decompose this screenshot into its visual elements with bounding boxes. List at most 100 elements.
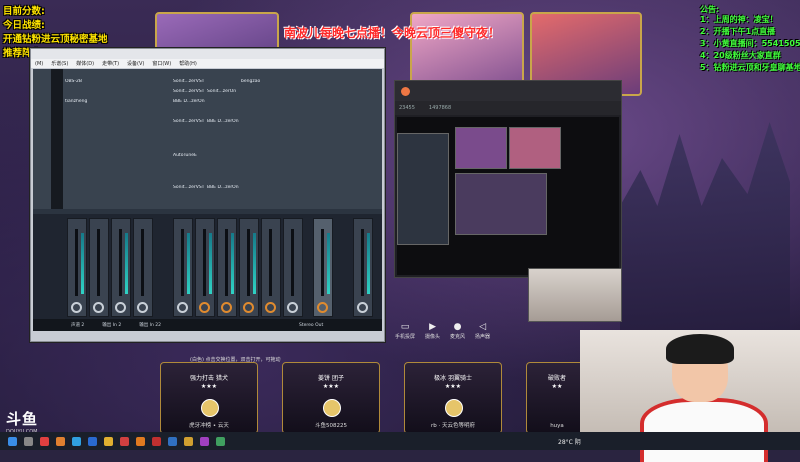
channel-strip[interactable] [133,218,153,317]
menu-transport[interactable]: 走带(T) [102,60,119,67]
channel-strip[interactable] [261,218,281,317]
insert-slot[interactable]: BBE D...zerOn [207,119,243,126]
mixer-strips: 声道 2 输出 In 2 输出 In 22 Stereo Out [33,214,382,331]
daw-window[interactable]: (M) 乐谱(S) 媒体(D) 走带(T) 设备(V) 窗口(W) 帮助(H) … [30,48,385,342]
preview-game-thumbnail [455,127,507,169]
phone-icon: ▭ [400,322,410,332]
app-icon[interactable] [120,436,129,446]
app-icon[interactable] [40,436,49,446]
camera-icon: ▶ [429,322,436,332]
champion-shop: 强力打击 猎犬 ★★★ 虎牙冲榜 • 云天 姜饼 团子 ★★★ 斗鱼508225… [160,362,590,434]
microphone-button[interactable]: ● 麦克风 [450,322,465,344]
insert-slot[interactable]: AutoTuneE [173,153,209,160]
side-toolbar [51,69,63,209]
streamer-shirt [640,398,768,462]
insert-slot[interactable]: tianzheng [65,99,103,106]
camera-pip-thumbnail [528,268,622,322]
stat-value: 1497868 [428,105,452,111]
insert-slot[interactable]: OBS-2B [65,79,103,86]
channel-strip[interactable] [239,218,259,317]
channel-strip[interactable] [89,218,109,317]
phone-cast-button[interactable]: ▭ 手机投屏 [395,322,415,344]
stream-titlebar[interactable] [395,81,621,101]
speaker-button[interactable]: ◁ 扬声器 [475,322,490,344]
notice-3: 3：小黄直播间：5541505 [700,39,800,48]
start-icon[interactable] [8,436,17,446]
score-label: 目前分数: [3,6,45,17]
insert-slot[interactable]: Sonit...zerVST [173,119,209,126]
shop-card[interactable]: 强力打击 猎犬 ★★★ 虎牙冲榜 • 云天 [160,362,258,434]
channel-name: 输出 In 22 [139,323,161,328]
stream-source-toolbar: ▭ 手机投屏 ▶ 摄像头 ● 麦克风 ◁ 扬声器 [395,322,583,344]
insert-slot[interactable]: Sonit...zerVST [173,89,209,96]
app-icon[interactable] [88,436,97,446]
menu-help[interactable]: 帮助(H) [179,60,197,67]
join-fans-label: 开通钻粉进云顶秘密基地 [3,34,108,45]
windows-taskbar [0,432,800,450]
speaker-icon: ◁ [479,322,487,332]
channel-name: Stereo Out [298,322,324,328]
selected-channel-strip[interactable] [313,218,333,317]
preview-game-thumbnail [509,127,561,169]
shop-card[interactable]: 姜饼 团子 ★★★ 斗鱼508225 [282,362,380,434]
stream-stats: 23455 1497868 [395,101,621,115]
menu-score[interactable]: 乐谱(S) [51,60,68,67]
weather-widget[interactable]: 28°C 阴 [558,437,581,446]
avatar[interactable] [401,86,410,96]
menu-item[interactable]: (M) [35,61,43,67]
insert-slot[interactable]: bengzao [241,79,277,86]
notice-1: 1：上周的神：凌宝！ [700,15,778,24]
channel-strip[interactable] [173,218,193,317]
channel-strip[interactable] [67,218,87,317]
app-icon[interactable] [200,436,209,446]
channel-name: 输出 In 2 [102,323,122,328]
app-icon[interactable] [136,436,145,446]
channel-strip[interactable] [283,218,303,317]
stat-value: 23455 [399,105,415,111]
camera-button[interactable]: ▶ 摄像头 [425,322,440,344]
emblem-icon [201,399,219,417]
emblem-icon [445,399,463,417]
stereo-out-strip[interactable] [353,218,373,317]
channel-strip[interactable] [217,218,237,317]
insert-slot[interactable]: BBE D...zerOn [173,99,209,106]
menu-window[interactable]: 窗口(W) [152,60,171,67]
folder-icon[interactable] [104,436,113,446]
preview-daw-thumbnail [397,133,449,245]
daw-menubar: (M) 乐谱(S) 媒体(D) 走带(T) 设备(V) 窗口(W) 帮助(H) [31,59,384,68]
app-icon[interactable] [56,436,65,446]
menu-media[interactable]: 媒体(D) [76,60,94,67]
today-record-label: 今日战绩: [3,20,45,31]
app-icon[interactable] [168,436,177,446]
search-icon[interactable] [24,436,33,446]
notice-4: 4：20级粉丝大家直群 [700,51,781,60]
insert-slot[interactable]: Sonit...zerOn [207,89,243,96]
daw-titlebar[interactable] [31,49,384,59]
channel-name: 声道 2 [71,323,85,328]
red-banner: 南波儿每晚七点播！今晚云顶三傻守夜！ [284,26,501,40]
app-icon[interactable] [152,436,161,446]
insert-slot[interactable]: BBE D...zerOn [207,185,243,192]
preview-overlay-thumbnail [455,173,547,235]
douyu-logo: 斗鱼DOUYU.COM [6,410,39,435]
stream-preview[interactable] [397,117,619,275]
notice-5: 5：钻粉进云顶和牙皇聊基地 [700,63,800,72]
channel-strip[interactable] [111,218,131,317]
emblem-icon [323,399,341,417]
mixer-channel-names: 声道 2 输出 In 2 输出 In 22 Stereo Out [33,319,382,331]
stream-window[interactable]: 23455 1497868 [394,80,622,278]
microphone-icon: ● [453,322,462,332]
shop-card[interactable]: 极冰 羽翼骑士 ★★★ rb · 天云色等明府 [404,362,502,434]
insert-rack: OBS-2B tianzheng Sonit...zerVST bengzao … [33,69,382,209]
insert-slot[interactable]: Sonit...zerVST [173,185,209,192]
channel-strip[interactable] [195,218,215,317]
app-icon[interactable] [72,436,81,446]
insert-slot[interactable]: Sonit...zerVST [173,79,209,86]
menu-devices[interactable]: 设备(V) [127,60,144,67]
app-icon[interactable] [216,436,225,446]
daw-mixconsole: OBS-2B tianzheng Sonit...zerVST bengzao … [33,69,382,331]
streamer-hair [666,334,734,364]
notice-2: 2：开播下午1点直播 [700,27,776,36]
app-icon[interactable] [184,436,193,446]
shop-card[interactable]: 破败者 ★★ huya [526,362,588,434]
